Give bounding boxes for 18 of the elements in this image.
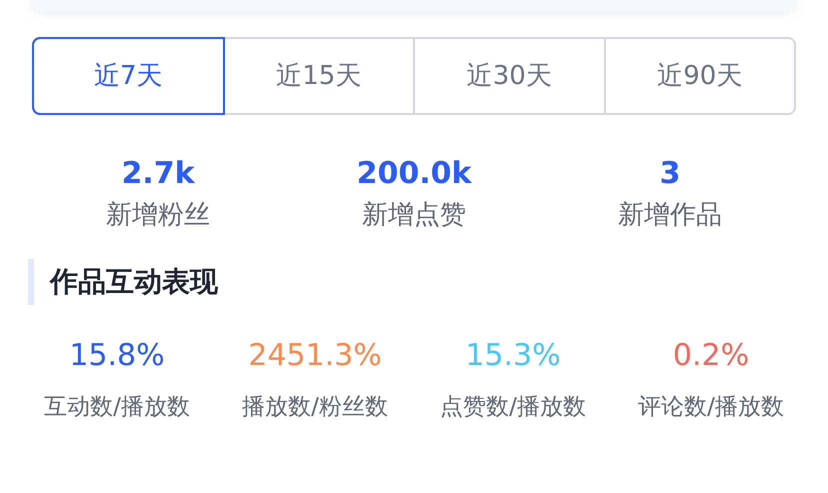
stat-value: 200.0k	[356, 157, 472, 190]
stat-label: 新增作品	[618, 200, 722, 232]
section-marker	[28, 259, 34, 306]
metric-label: 点赞数/播放数	[440, 393, 586, 422]
stat-label: 新增粉丝	[106, 200, 210, 232]
metric-label: 互动数/播放数	[44, 393, 190, 422]
stat-value: 2.7k	[121, 157, 195, 190]
period-tab[interactable]: 近90天	[604, 39, 794, 113]
metric-label: 评论数/播放数	[638, 393, 784, 422]
metric-value: 15.3%	[465, 339, 561, 372]
stat-label: 新增点赞	[362, 200, 466, 232]
metric-label: 播放数/粉丝数	[242, 393, 388, 422]
metric-value: 15.8%	[69, 339, 165, 372]
metric-value: 0.2%	[672, 339, 750, 372]
metric-value: 2451.3%	[248, 339, 382, 372]
section-title: 作品互动表现	[50, 264, 218, 300]
stat-value: 3	[660, 157, 680, 190]
period-tab[interactable]: 近7天	[34, 39, 222, 113]
